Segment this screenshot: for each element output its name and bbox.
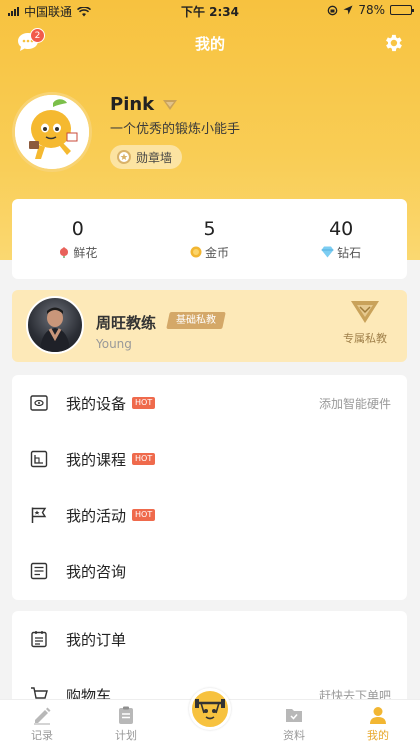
coach-avatar: [26, 296, 84, 354]
tab-label-plan: 计划: [115, 729, 137, 742]
stats-card: 0 鲜花 5 金币 40 钻石: [12, 199, 407, 279]
coach-tier-label: 基础私教: [176, 315, 216, 326]
crown-diamond-icon: [351, 301, 379, 323]
tab-data[interactable]: 资料: [252, 700, 336, 747]
medal-icon: [117, 150, 131, 164]
menu-item-devices[interactable]: 我的设备 HOT 添加智能硬件: [12, 375, 407, 431]
medal-wall-button[interactable]: 勋章墙: [110, 145, 183, 169]
mascot-avatar-image: [15, 95, 89, 169]
tab-workout-center[interactable]: [168, 688, 252, 747]
medal-wall-label: 勋章墙: [136, 150, 173, 165]
flower-icon: [60, 247, 69, 258]
menu-item-consult[interactable]: 我的咨询: [12, 543, 407, 599]
clipboard-icon: [119, 706, 133, 724]
private-coach-label: 专属私教: [343, 332, 387, 345]
flowers-count: 0: [71, 217, 84, 240]
stat-coins[interactable]: 5 金币: [144, 199, 276, 279]
gear-icon: [386, 34, 402, 52]
nav-bar: 2 我的: [0, 24, 420, 60]
device-icon: [30, 395, 48, 411]
menu-item-activities[interactable]: 我的活动 HOT: [12, 487, 407, 543]
avatar[interactable]: [12, 92, 92, 172]
tab-mine[interactable]: 我的: [336, 700, 420, 747]
tab-label-mine: 我的: [367, 729, 389, 742]
tab-label-record: 记录: [31, 729, 53, 742]
diamond-icon: [321, 246, 334, 258]
services-menu: 我的设备 HOT 添加智能硬件 我的课程 HOT 我的活动 HOT 我的咨询: [12, 375, 407, 600]
person-icon: [370, 707, 386, 724]
tab-label-data: 资料: [283, 729, 305, 742]
menu-label-courses: 我的课程: [66, 450, 127, 469]
flowers-label: 鲜花: [73, 245, 98, 260]
location-icon: [343, 5, 353, 15]
coin-icon: [190, 246, 202, 258]
stat-flowers[interactable]: 0 鲜花: [12, 199, 144, 279]
battery-icon: [390, 5, 414, 15]
page-title: 我的: [194, 35, 225, 53]
flag-icon: [31, 507, 47, 523]
menu-label-activities: 我的活动: [66, 506, 127, 525]
coach-card[interactable]: 周旺教练 基础私教 Young 专属私教: [12, 290, 407, 362]
username-text: Pink: [110, 94, 155, 115]
menu-label-orders: 我的订单: [66, 630, 127, 649]
folder-icon: [286, 709, 302, 722]
consult-icon: [30, 562, 48, 580]
hot-badge: HOT: [132, 397, 156, 409]
username: Pink: [110, 94, 178, 115]
orientation-lock-icon: [327, 5, 338, 15]
menu-label-devices: 我的设备: [66, 394, 127, 413]
battery-percent: 78%: [358, 3, 385, 17]
coins-label: 金币: [205, 245, 230, 260]
hot-badge: HOT: [132, 453, 156, 465]
diamonds-label: 钻石: [337, 245, 362, 260]
tab-bar: 记录 计划 资料 我的: [0, 688, 420, 747]
barbell-mascot-icon: [195, 699, 225, 720]
order-icon: [31, 631, 47, 648]
profile-motto: 一个优秀的锻炼小能手: [110, 122, 241, 137]
private-coach-button[interactable]: 专属私教: [335, 300, 395, 346]
status-bar: 中国联通 下午 2:34 78%: [0, 0, 420, 22]
menu-item-orders[interactable]: 我的订单: [12, 611, 407, 667]
coach-photo: [40, 307, 70, 352]
tab-plan[interactable]: 计划: [84, 700, 168, 747]
tab-record[interactable]: 记录: [0, 700, 84, 747]
menu-label-consult: 我的咨询: [66, 562, 127, 581]
coach-tier-badge: 基础私教: [166, 312, 226, 329]
settings-button[interactable]: [382, 32, 406, 56]
pencil-icon: [34, 707, 51, 725]
add-hardware-link[interactable]: 添加智能硬件: [319, 395, 391, 412]
coach-subtitle: Young: [96, 337, 132, 351]
workout-center-button[interactable]: [189, 688, 231, 730]
coach-name: 周旺教练: [96, 314, 157, 332]
menu-item-courses[interactable]: 我的课程 HOT: [12, 431, 407, 487]
hot-badge: HOT: [132, 509, 156, 521]
dropdown-badge-icon[interactable]: [162, 99, 178, 111]
coins-count: 5: [203, 217, 216, 240]
stat-diamonds[interactable]: 40 钻石: [275, 199, 407, 279]
course-icon: [30, 450, 48, 468]
diamonds-count: 40: [329, 217, 354, 240]
